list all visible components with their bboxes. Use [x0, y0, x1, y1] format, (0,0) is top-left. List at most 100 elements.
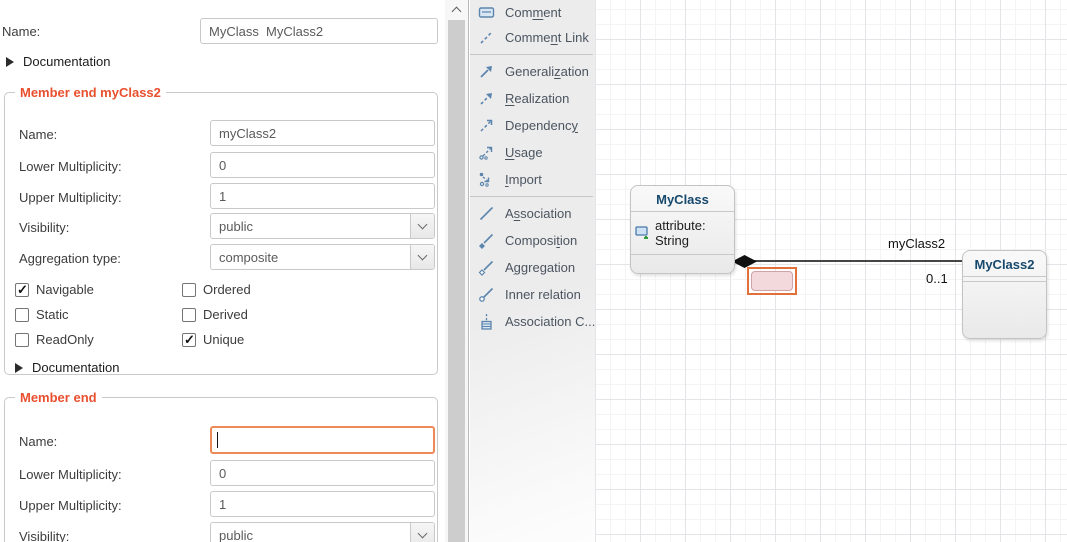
palette-item-realization[interactable]: Realization [470, 85, 595, 112]
member-end-group: Member end Name: Lower Multiplicity: Upp… [4, 390, 438, 542]
palette-item-association[interactable]: Association [470, 200, 595, 227]
aggregation-type-label: Aggregation type: [19, 251, 121, 266]
chevron-down-icon [418, 528, 428, 538]
chevron-up-icon [452, 7, 462, 17]
member-end-upper-multiplicity-input[interactable] [210, 491, 435, 517]
palette-item-label: Generalization [505, 64, 589, 79]
chevron-down-icon [418, 250, 428, 260]
palette-item-label: Import [505, 172, 542, 187]
palette-item-aggregation[interactable]: Aggregation [470, 254, 595, 281]
panel-scrollbar[interactable] [445, 0, 469, 542]
palette-item-generalization[interactable]: Generalization [470, 58, 595, 85]
expand-triangle-icon [15, 363, 23, 373]
checkbox-icon[interactable] [15, 333, 29, 347]
name-label: Name: [19, 127, 57, 142]
visibility-label: Visibility: [19, 529, 69, 542]
documentation-toggle[interactable]: Documentation [15, 360, 119, 375]
palette-item-label: Usage [505, 145, 543, 160]
visibility-selected-value: public [211, 219, 410, 234]
unique-label: Unique [203, 332, 244, 347]
association-name-input[interactable] [200, 18, 438, 44]
compartment-divider [963, 281, 1046, 282]
palette-separator [470, 54, 593, 55]
palette-item-label: Association [505, 206, 571, 221]
member-end-myclass2-legend: Member end myClass2 [15, 85, 166, 100]
palette-item-comment[interactable]: Comment [470, 0, 595, 24]
expand-triangle-icon [6, 57, 14, 67]
lower-multiplicity-label: Lower Multiplicity: [19, 467, 122, 482]
composition-icon [478, 232, 495, 249]
ordered-label: Ordered [203, 282, 251, 297]
aggregation-icon [478, 259, 495, 276]
association-end-name-label[interactable]: myClass2 [888, 236, 945, 251]
readonly-checkbox[interactable]: ReadOnly [15, 332, 94, 347]
class-title: MyClass [631, 186, 734, 211]
dependency-icon [478, 117, 495, 134]
visibility-label: Visibility: [19, 220, 69, 235]
compartment-divider [631, 254, 734, 255]
palette-item-composition[interactable]: Composition [470, 227, 595, 254]
class-node-myclass[interactable]: MyClass attribute: String [630, 185, 735, 274]
diagram-canvas[interactable]: MyClass attribute: String myClass2 0..1 … [595, 0, 1067, 542]
palette-item-label: Dependency [505, 118, 578, 133]
palette-item-association-class[interactable]: Association C... [470, 308, 595, 335]
association-label-editor[interactable] [751, 271, 793, 291]
palette-item-label: Comment Link [505, 30, 589, 45]
palette-item-label: Association C... [505, 314, 595, 329]
class-title: MyClass2 [963, 251, 1046, 276]
palette-item-label: Composition [505, 233, 577, 248]
association-multiplicity-label[interactable]: 0..1 [926, 271, 948, 286]
palette-item-import[interactable]: Import [470, 166, 595, 193]
derived-label: Derived [203, 307, 248, 322]
scrollbar-thumb[interactable] [448, 20, 465, 542]
checkbox-icon[interactable] [15, 308, 29, 322]
member-end-myclass2-upper-multiplicity-input[interactable] [210, 183, 435, 209]
member-end-legend: Member end [15, 390, 102, 405]
checkbox-icon[interactable]: ✓ [182, 333, 196, 347]
selected-association-label[interactable] [747, 267, 797, 295]
member-end-name-input[interactable] [210, 426, 435, 454]
properties-panel: Name: Documentation Member end myClass2 … [0, 0, 443, 542]
dropdown-button[interactable] [410, 523, 434, 542]
unique-checkbox[interactable]: ✓ Unique [182, 332, 244, 347]
dropdown-button[interactable] [410, 214, 434, 238]
member-end-visibility-select[interactable]: public [210, 522, 435, 542]
tool-palette: Comment Comment Link Generalization Real… [470, 0, 595, 542]
inner-relation-icon [478, 286, 495, 303]
association-class-icon [478, 313, 495, 330]
palette-item-comment-link[interactable]: Comment Link [470, 24, 595, 51]
palette-item-inner-relation[interactable]: Inner relation [470, 281, 595, 308]
palette-separator [470, 196, 593, 197]
generalization-icon [478, 63, 495, 80]
palette-item-dependency[interactable]: Dependency [470, 112, 595, 139]
class-node-myclass2[interactable]: MyClass2 [962, 250, 1047, 339]
documentation-toggle-label: Documentation [32, 360, 119, 375]
member-end-myclass2-lower-multiplicity-input[interactable] [210, 152, 435, 178]
association-icon [478, 205, 495, 222]
member-end-myclass2-group: Member end myClass2 Name: Lower Multipli… [4, 85, 438, 375]
checkbox-icon[interactable] [182, 283, 196, 297]
checkbox-icon[interactable] [182, 308, 196, 322]
dropdown-button[interactable] [410, 245, 434, 269]
ordered-checkbox[interactable]: Ordered [182, 282, 251, 297]
navigable-checkbox[interactable]: ✓ Navigable [15, 282, 94, 297]
upper-multiplicity-label: Upper Multiplicity: [19, 498, 122, 513]
association-edge[interactable] [738, 260, 963, 262]
derived-checkbox[interactable]: Derived [182, 307, 248, 322]
checkbox-icon[interactable]: ✓ [15, 283, 29, 297]
documentation-toggle-label: Documentation [23, 54, 110, 69]
scroll-up-button[interactable] [447, 2, 466, 18]
palette-item-label: Realization [505, 91, 569, 106]
palette-item-usage[interactable]: Usage [470, 139, 595, 166]
member-end-myclass2-aggregation-select[interactable]: composite [210, 244, 435, 270]
member-end-myclass2-name-input[interactable] [210, 120, 435, 146]
comment-icon [478, 4, 495, 21]
member-end-lower-multiplicity-input[interactable] [210, 460, 435, 486]
palette-item-label: Inner relation [505, 287, 581, 302]
member-end-myclass2-visibility-select[interactable]: public [210, 213, 435, 239]
documentation-toggle[interactable]: Documentation [6, 54, 110, 69]
attribute-row[interactable]: attribute: String [631, 212, 734, 254]
name-label: Name: [19, 434, 57, 449]
realization-icon [478, 90, 495, 107]
static-checkbox[interactable]: Static [15, 307, 69, 322]
